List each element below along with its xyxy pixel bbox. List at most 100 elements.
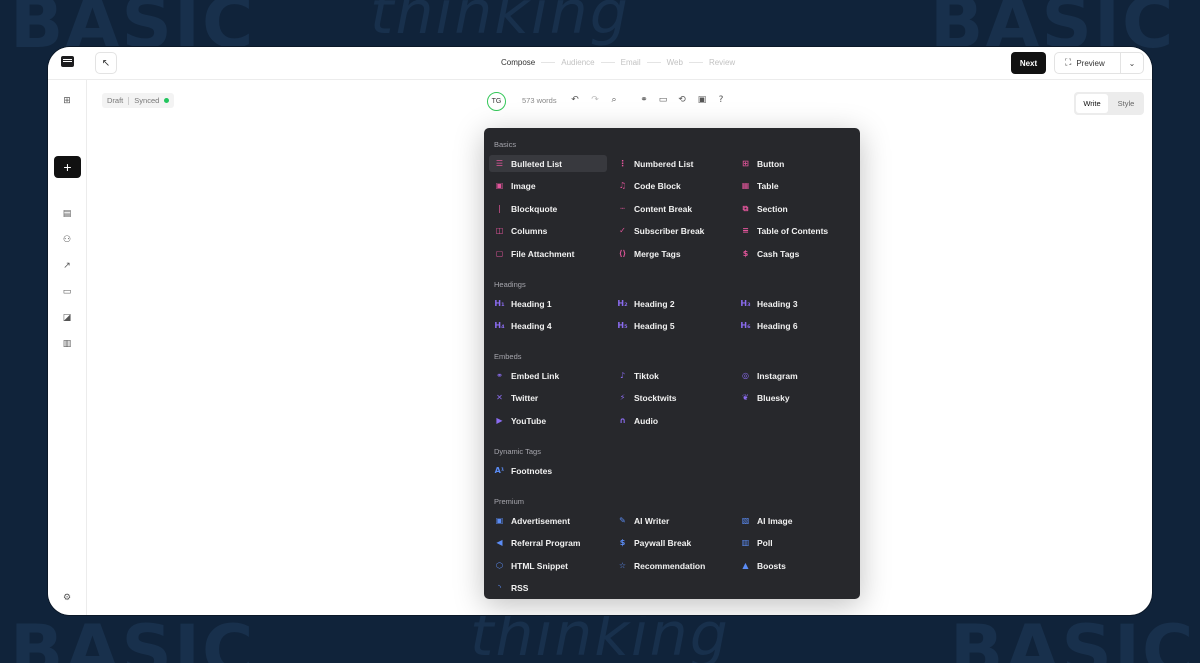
link-icon: ⚭ (496, 370, 503, 380)
menu-item-columns[interactable]: ◫ Columns (489, 223, 607, 240)
stocktwits-icon: ⚡ (619, 393, 626, 402)
menu-item-heading-3[interactable]: H₃ Heading 3 (735, 295, 853, 312)
write-tab[interactable]: Write (1076, 94, 1108, 113)
menu-item-table[interactable]: ▦ Table (735, 178, 853, 195)
menu-item-stocktwits[interactable]: ⚡ Stocktwits (612, 390, 730, 407)
menu-item-twitter[interactable]: ✕ Twitter (489, 390, 607, 407)
step-review[interactable]: Review (709, 58, 735, 67)
step-separator (600, 62, 615, 63)
settings-icon[interactable]: ⚙ (61, 592, 73, 604)
plus-icon: + (63, 159, 72, 175)
menu-item-poll[interactable]: ▥ Poll (735, 535, 853, 552)
menu-item-ai-image[interactable]: ▧ AI Image (735, 512, 853, 529)
style-tab[interactable]: Style (1110, 94, 1142, 113)
word-count: 573 words (522, 96, 557, 105)
menu-item-embed-link[interactable]: ⚭ Embed Link (489, 367, 607, 384)
menu-item-button[interactable]: ⊞ Button (735, 155, 853, 172)
add-block-button[interactable]: + (54, 156, 81, 178)
subscriber-break-icon: ✓ (619, 226, 626, 235)
menu-item-advertisement[interactable]: ▣ Advertisement (489, 512, 607, 529)
menu-item-referral-program[interactable]: ◀ Referral Program (489, 535, 607, 552)
avatar[interactable]: TG (487, 92, 506, 111)
comment-icon[interactable]: ▭ (657, 94, 669, 106)
code-block-icon: ♫ (618, 181, 627, 190)
redo-icon[interactable]: ↷ (589, 94, 601, 106)
menu-item-content-break[interactable]: ┄ Content Break (612, 200, 730, 217)
heading-2-icon: H₂ (617, 298, 628, 308)
menu-item-tiktok[interactable]: ♪ Tiktok (612, 367, 730, 384)
menu-item-cash-tags[interactable]: $ Cash Tags (735, 245, 853, 262)
menu-item-heading-1[interactable]: H₁ Heading 1 (489, 295, 607, 312)
save-icon[interactable]: ▣ (696, 94, 708, 106)
menu-item-section[interactable]: ⧉ Section (735, 200, 853, 217)
step-separator (688, 62, 703, 63)
menu-item-label: Audio (634, 415, 659, 426)
menu-item-paywall-break[interactable]: $ Paywall Break (612, 535, 730, 552)
background-watermark: thinking (370, 0, 630, 48)
draft-status: Draft Synced (102, 93, 175, 108)
menu-item-label: Heading 6 (757, 321, 798, 331)
history-icon[interactable]: ⟲ (676, 94, 688, 106)
menu-item-ai-writer[interactable]: ✎ AI Writer (612, 512, 730, 529)
menu-item-bulleted-list[interactable]: ☰ Bulleted List (489, 155, 607, 172)
menu-item-label: Section (757, 203, 788, 214)
menu-item-html-snippet[interactable]: ⬡ HTML Snippet (489, 557, 607, 574)
trending-icon[interactable]: ↗ (61, 260, 73, 272)
tag-icon[interactable]: ◪ (61, 312, 73, 324)
menu-item-recommendation[interactable]: ☆ Recommendation (612, 557, 730, 574)
menu-item-bluesky[interactable]: ❦ Bluesky (735, 390, 853, 407)
money-icon[interactable]: ▭ (61, 286, 73, 298)
help-icon[interactable]: ? (715, 94, 727, 106)
menu-item-code-block[interactable]: ♫ Code Block (612, 178, 730, 195)
preview-button[interactable]: ⛶ Preview (1055, 53, 1121, 73)
search-icon[interactable]: ⌕ (608, 94, 620, 106)
next-button[interactable]: Next (1011, 52, 1046, 74)
menu-item-heading-4[interactable]: H₄ Heading 4 (489, 318, 607, 335)
menu-item-label: Heading 3 (757, 298, 798, 309)
step-separator (541, 62, 556, 63)
link-icon[interactable]: ⚭ (638, 94, 650, 106)
menu-item-label: File Attachment (511, 248, 575, 259)
preview-options-button[interactable]: ⌄ (1121, 59, 1143, 68)
grid-icon[interactable]: ⊞ (61, 95, 73, 107)
menu-item-heading-2[interactable]: H₂ Heading 2 (612, 295, 730, 312)
menu-item-audio[interactable]: ∩ Audio (612, 412, 730, 429)
menu-item-instagram[interactable]: ◎ Instagram (735, 367, 853, 384)
menu-item-file-attachment[interactable]: ▢ File Attachment (489, 245, 607, 262)
back-button[interactable]: ↖ (95, 52, 117, 74)
menu-item-youtube[interactable]: ▶ YouTube (489, 412, 607, 429)
undo-icon[interactable]: ↶ (569, 94, 581, 106)
menu-item-table-of-contents[interactable]: ≡ Table of Contents (735, 223, 853, 240)
section-heading: Embeds (494, 352, 522, 361)
menu-item-boosts[interactable]: ▲ Boosts (735, 557, 853, 574)
menu-item-numbered-list[interactable]: ⋮ Numbered List (612, 155, 730, 172)
menu-item-label: Numbered List (634, 158, 694, 169)
footnotes-icon: A¹ (494, 465, 505, 475)
menu-item-image[interactable]: ▣ Image (489, 178, 607, 195)
headphones-icon: ∩ (619, 415, 626, 425)
document-icon[interactable]: ▤ (61, 208, 73, 220)
poll-icon: ▥ (741, 538, 750, 547)
youtube-icon: ▶ (496, 415, 503, 425)
menu-item-rss[interactable]: ◝ RSS (489, 580, 607, 597)
step-email[interactable]: Email (621, 58, 641, 67)
menu-item-heading-5[interactable]: H₅ Heading 5 (612, 318, 730, 335)
menu-item-label: Merge Tags (634, 248, 681, 259)
heading-1-icon: H₁ (494, 298, 505, 308)
menu-item-subscriber-break[interactable]: ✓ Subscriber Break (612, 223, 730, 240)
menu-item-blockquote[interactable]: ❘ Blockquote (489, 200, 607, 217)
bluesky-icon: ❦ (742, 393, 749, 402)
menu-item-heading-6[interactable]: H₆ Heading 6 (735, 318, 853, 335)
menu-item-footnotes[interactable]: A¹ Footnotes (489, 462, 607, 479)
people-icon[interactable]: ⚇ (61, 234, 73, 246)
step-compose[interactable]: Compose (501, 58, 535, 67)
menu-item-merge-tags[interactable]: ⟨⟩ Merge Tags (612, 245, 730, 262)
menu-item-label: Subscriber Break (634, 226, 705, 236)
chart-icon[interactable]: ▥ (61, 338, 73, 350)
top-bar: ↖ Compose Audience Email Web Review Next… (48, 47, 1152, 80)
mode-switch: Write Style (1074, 92, 1144, 115)
step-audience[interactable]: Audience (561, 58, 594, 67)
bulleted-list-icon: ☰ (495, 158, 504, 168)
chevron-down-icon: ⌄ (1128, 58, 1136, 68)
step-web[interactable]: Web (667, 58, 683, 67)
